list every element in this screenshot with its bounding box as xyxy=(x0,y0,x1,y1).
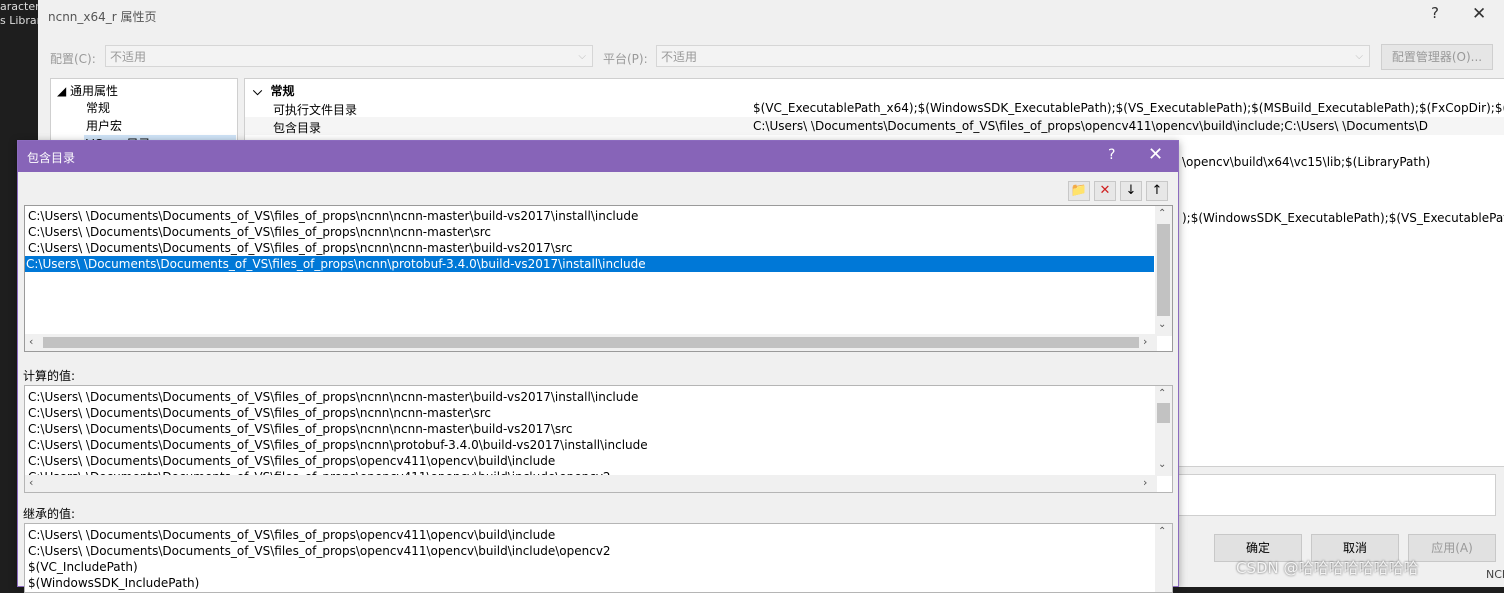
scroll-left-arrow-icon[interactable]: ‹ xyxy=(29,335,33,348)
horizontal-scrollbar[interactable]: ‹ › xyxy=(25,475,1157,492)
platform-label: 平台(P): xyxy=(603,52,648,66)
new-line-folder-icon[interactable]: 📁 xyxy=(1068,181,1090,201)
config-select[interactable]: 不适用 ⌵ xyxy=(105,45,593,67)
list-item[interactable]: C:\Users\ \Documents\Documents_of_VS\fil… xyxy=(27,240,572,256)
vertical-scrollbar[interactable]: ⌃ ⌄ xyxy=(1155,386,1172,476)
config-manager-button[interactable]: 配置管理器(O)... xyxy=(1381,44,1493,70)
list-item: C:\Users\ \Documents\Documents_of_VS\fil… xyxy=(28,438,648,452)
background-text-line: aracter xyxy=(0,0,40,13)
list-item: C:\Users\ \Documents\Documents_of_VS\fil… xyxy=(28,528,556,542)
move-down-icon[interactable]: ↓ xyxy=(1120,181,1142,201)
background-text-line: s Librar xyxy=(0,14,42,27)
property-name: 包含目录 xyxy=(273,121,322,135)
list-item: C:\Users\ \Documents\Documents_of_VS\fil… xyxy=(28,544,611,558)
background-app-text: aracter s Librar xyxy=(0,0,41,28)
property-value: );$(WindowsSDK_ExecutablePath);$(VS_Exec… xyxy=(1182,211,1504,225)
scroll-down-arrow-icon[interactable]: ⌄ xyxy=(1158,319,1166,330)
close-icon[interactable]: ✕ xyxy=(1472,4,1486,24)
vertical-scrollbar[interactable]: ⌃ xyxy=(1155,524,1172,592)
list-item: C:\Users\ \Documents\Documents_of_VS\fil… xyxy=(28,406,492,420)
chevron-down-icon: ⌵ xyxy=(253,84,263,98)
tree-item-user-macros[interactable]: 用户宏 xyxy=(86,117,122,134)
dialog-title: 包含目录 xyxy=(27,151,76,165)
list-item: C:\Users\ \Documents\Documents_of_VS\fil… xyxy=(28,390,639,404)
property-value: C:\Users\ \Documents\Documents_of_VS\fil… xyxy=(753,119,1428,133)
section-title: 常规 xyxy=(270,84,295,98)
scrollbar-thumb[interactable] xyxy=(1157,224,1170,316)
platform-value: 不适用 xyxy=(661,50,698,64)
chevron-down-icon: ⌵ xyxy=(1355,51,1363,62)
scroll-up-arrow-icon[interactable]: ⌃ xyxy=(1158,208,1166,219)
background-corner-text: NCNN_O xyxy=(1486,568,1504,581)
horizontal-scrollbar[interactable]: ‹ › xyxy=(25,334,1157,351)
computed-values-list: C:\Users\ \Documents\Documents_of_VS\fil… xyxy=(24,385,1173,493)
tree-item-common-properties[interactable]: ◢ 通用属性 xyxy=(57,82,118,99)
scroll-down-arrow-icon[interactable]: ⌄ xyxy=(1158,459,1166,470)
include-paths-list[interactable]: C:\Users\ \Documents\Documents_of_VS\fil… xyxy=(24,205,1173,352)
window-title: ncnn_x64_r 属性页 xyxy=(48,10,157,24)
config-label: 配置(C): xyxy=(50,52,96,66)
property-name: 可执行文件目录 xyxy=(273,103,358,117)
list-item: $(VC_IncludePath) xyxy=(28,560,138,574)
grid-row-executable-dirs[interactable]: 可执行文件目录 $(VC_ExecutablePath_x64);$(Windo… xyxy=(245,99,1504,117)
list-item: C:\Users\ \Documents\Documents_of_VS\fil… xyxy=(28,422,573,436)
list-item: C:\Users\ \Documents\Documents_of_VS\fil… xyxy=(28,454,556,468)
delete-icon[interactable]: ✕ xyxy=(1094,181,1116,201)
list-item[interactable]: C:\Users\ \Documents\Documents_of_VS\fil… xyxy=(27,208,638,224)
list-item[interactable]: C:\Users\ \Documents\Documents_of_VS\fil… xyxy=(27,224,491,240)
scroll-right-arrow-icon[interactable]: › xyxy=(1143,335,1147,348)
scroll-up-arrow-icon[interactable]: ⌃ xyxy=(1158,526,1166,537)
apply-button[interactable]: 应用(A) xyxy=(1408,534,1496,562)
chevron-down-icon: ⌵ xyxy=(578,51,586,62)
grid-row-include-dirs[interactable]: 包含目录 C:\Users\ \Documents\Documents_of_V… xyxy=(245,117,1504,135)
list-item-selected[interactable]: C:\Users\ \Documents\Documents_of_VS\fil… xyxy=(25,256,1154,272)
help-icon[interactable]: ? xyxy=(1431,4,1439,22)
move-up-icon[interactable]: ↑ xyxy=(1146,181,1168,201)
configuration-bar: 配置(C): 不适用 ⌵ 平台(P): 不适用 ⌵ 配置管理器(O)... xyxy=(38,44,1504,70)
close-icon[interactable]: ✕ xyxy=(1148,144,1163,165)
scroll-left-arrow-icon[interactable]: ‹ xyxy=(29,476,33,489)
scroll-right-arrow-icon[interactable]: › xyxy=(1143,476,1147,489)
property-value: $(VC_ExecutablePath_x64);$(WindowsSDK_Ex… xyxy=(753,101,1504,115)
computed-values-label: 计算的值: xyxy=(23,369,76,383)
list-item: $(WindowsSDK_IncludePath) xyxy=(28,576,200,590)
watermark: CSDN @哈哈哈哈哈哈哈哈 xyxy=(1236,559,1419,577)
config-value: 不适用 xyxy=(110,50,147,64)
property-value: \opencv\build\x64\vc15\lib;$(LibraryPath… xyxy=(1182,155,1431,169)
scrollbar-thumb[interactable] xyxy=(43,337,1139,348)
tree-item-general[interactable]: 常规 xyxy=(86,99,110,116)
vertical-scrollbar[interactable]: ⌃ ⌄ xyxy=(1155,206,1172,336)
scroll-up-arrow-icon[interactable]: ⌃ xyxy=(1158,388,1166,399)
dialog-title-bar: 包含目录 ? ✕ xyxy=(18,141,1178,172)
scrollbar-thumb[interactable] xyxy=(1157,403,1170,423)
help-icon[interactable]: ? xyxy=(1108,147,1115,163)
inherited-values-list: C:\Users\ \Documents\Documents_of_VS\fil… xyxy=(24,523,1173,593)
platform-select[interactable]: 不适用 ⌵ xyxy=(656,45,1370,67)
inherited-values-label: 继承的值: xyxy=(23,507,76,521)
grid-section-header: ⌵ 常规 xyxy=(253,82,294,99)
include-directories-dialog: 包含目录 ? ✕ 📁 ✕ ↓ ↑ C:\Users\ \Documents\Do… xyxy=(17,140,1179,593)
